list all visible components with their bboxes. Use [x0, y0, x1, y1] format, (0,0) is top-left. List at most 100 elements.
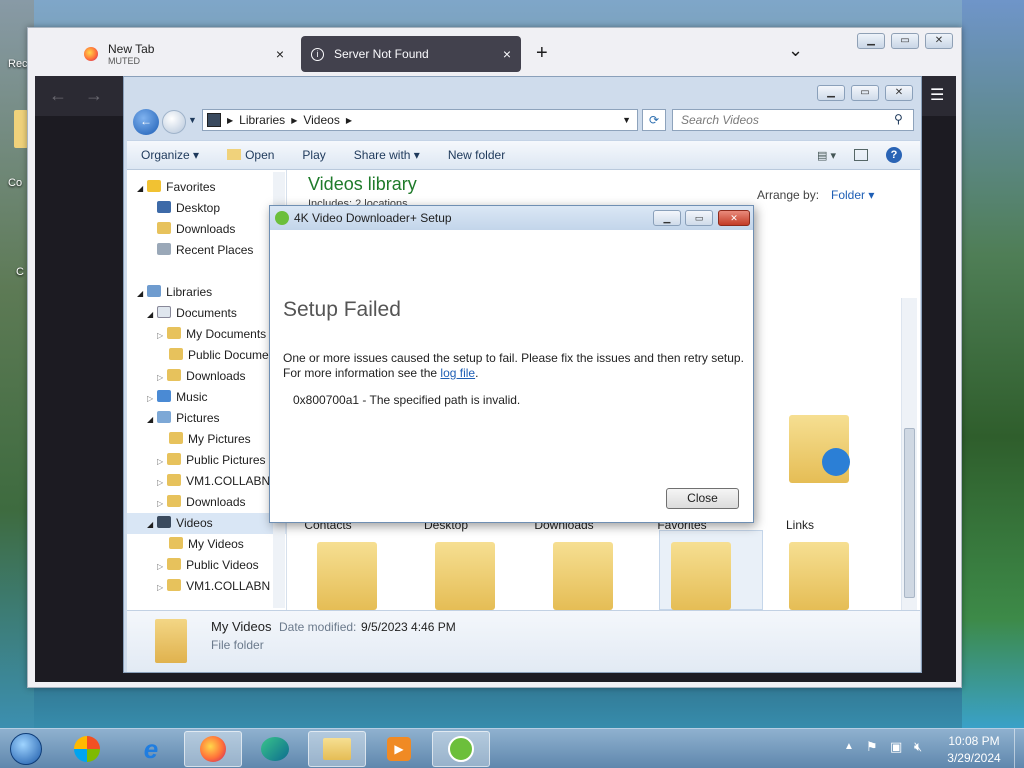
close-button[interactable]: Close: [666, 488, 739, 509]
share-with-button[interactable]: Share with ▾: [340, 148, 434, 162]
action-center-flag-icon[interactable]: ⚑: [866, 739, 878, 755]
clock-date[interactable]: 3/29/2024: [944, 751, 1004, 765]
tree-item-public-pictures[interactable]: ▷ Public Pictures: [157, 450, 266, 471]
tab-close-icon[interactable]: ×: [503, 46, 511, 62]
breadcrumb-videos[interactable]: Videos: [303, 113, 339, 127]
taskbar-firefox[interactable]: [184, 731, 242, 767]
games-folder-icon[interactable]: [789, 542, 849, 610]
tree-item-downloads[interactable]: Downloads: [157, 219, 235, 240]
tree-item-my-documents[interactable]: ▷ My Documents: [157, 324, 266, 345]
info-icon: i: [311, 47, 324, 61]
tab-server-not-found[interactable]: i Server Not Found ×: [301, 36, 521, 72]
forward-button[interactable]: [162, 110, 186, 134]
taskbar-internet-explorer[interactable]: e: [122, 731, 180, 767]
file-explorer-icon: [323, 738, 351, 760]
folder-icon: [169, 537, 183, 549]
network-icon[interactable]: ▣: [890, 739, 902, 755]
desktop-icon-label[interactable]: C: [16, 266, 24, 278]
explorer-minimize-button[interactable]: ▁: [817, 85, 845, 101]
open-button[interactable]: Open: [213, 148, 288, 162]
tab-title: Server Not Found: [334, 47, 429, 61]
hamburger-menu-icon[interactable]: ☰: [930, 85, 944, 105]
tree-item-pictures[interactable]: ◢ Pictures: [147, 408, 220, 429]
tree-item-pictures-downloads[interactable]: ▷ Downloads: [157, 492, 246, 513]
details-date-label: Date modified:: [279, 620, 357, 634]
taskbar-media-player[interactable]: ▶: [370, 731, 428, 767]
new-tab-button[interactable]: +: [536, 42, 548, 65]
minimize-button[interactable]: ▁: [857, 33, 885, 49]
pictures-folder-icon[interactable]: [553, 542, 613, 610]
tree-item-public-videos[interactable]: ▷ Public Videos: [157, 555, 259, 576]
search-input[interactable]: Search Videos: [672, 109, 914, 131]
tree-item-recent-places[interactable]: Recent Places: [157, 240, 253, 261]
dialog-maximize-button[interactable]: ▭: [685, 210, 713, 226]
change-view-icon[interactable]: ▤ ▾: [817, 149, 836, 162]
desktop-folder-icon[interactable]: [14, 110, 28, 148]
tree-item-public-documents[interactable]: Public Docume: [169, 345, 269, 366]
breadcrumb-libraries[interactable]: Libraries: [239, 113, 285, 127]
command-bar: Organize ▾ Open Play Share with ▾ New fo…: [127, 140, 920, 170]
desktop-icon-label[interactable]: Rec: [8, 58, 28, 70]
show-hidden-icons-button[interactable]: ▲: [844, 741, 854, 752]
list-all-tabs-button[interactable]: ⌄: [788, 40, 803, 61]
tree-item-my-pictures[interactable]: My Pictures: [169, 429, 251, 450]
recent-pages-chevron-icon[interactable]: ▼: [188, 115, 197, 125]
new-folder-button[interactable]: New folder: [434, 148, 519, 162]
desktop-icon-label[interactable]: Co: [8, 177, 22, 189]
dialog-close-button[interactable]: ✕: [718, 210, 750, 226]
tree-item-favorites[interactable]: ◢ Favorites: [137, 177, 216, 198]
tree-item-my-videos[interactable]: My Videos: [169, 534, 244, 555]
clock-time[interactable]: 10:08 PM: [944, 734, 1004, 748]
tree-item-music[interactable]: ▷ Music: [147, 387, 208, 408]
search-icon[interactable]: ⚲: [894, 112, 903, 126]
taskbar-edge[interactable]: [246, 731, 304, 767]
setup-failed-heading: Setup Failed: [283, 298, 401, 321]
explorer-maximize-button[interactable]: ▭: [851, 85, 879, 101]
tree-item-network-pictures[interactable]: ▷ VM1.COLLABN: [157, 471, 270, 492]
tree-item-documents-downloads[interactable]: ▷ Downloads: [157, 366, 246, 387]
taskbar-media-center[interactable]: [58, 731, 116, 767]
play-button[interactable]: Play: [288, 148, 339, 162]
tree-item-network-videos[interactable]: ▷ VM1.COLLABN: [157, 576, 270, 597]
music-folder-icon[interactable]: [435, 542, 495, 610]
app-logo-icon: [275, 211, 289, 225]
tree-item-documents[interactable]: ◢ Documents: [147, 303, 237, 324]
dialog-title: 4K Video Downloader+ Setup: [294, 211, 452, 225]
tab-new-tab[interactable]: New Tab MUTED ×: [74, 36, 294, 72]
folder-icon[interactable]: [317, 542, 377, 610]
maximize-button[interactable]: ▭: [891, 33, 919, 49]
dialog-minimize-button[interactable]: ▁: [653, 210, 681, 226]
explorer-close-button[interactable]: ✕: [885, 85, 913, 101]
preview-pane-icon[interactable]: [854, 149, 868, 161]
taskbar-4k-downloader[interactable]: [432, 731, 490, 767]
folder-icon: [167, 495, 182, 507]
back-button[interactable]: ←: [133, 109, 159, 135]
volume-muted-icon[interactable]: 🔇︎: [914, 739, 922, 755]
tree-item-videos[interactable]: ◢ Videos: [127, 513, 286, 534]
library-title: Videos library: [308, 174, 417, 194]
log-file-link[interactable]: log file: [440, 366, 475, 380]
scroll-thumb[interactable]: [904, 428, 915, 598]
taskbar-explorer[interactable]: [308, 731, 366, 767]
back-arrow-icon[interactable]: ←: [49, 85, 67, 106]
close-window-button[interactable]: ✕: [925, 33, 953, 49]
content-scrollbar[interactable]: [901, 298, 917, 610]
show-desktop-button[interactable]: [1014, 729, 1024, 768]
refresh-button[interactable]: ⟳: [642, 109, 666, 131]
forward-arrow-icon[interactable]: →: [85, 85, 103, 106]
star-icon: [147, 180, 162, 192]
address-dropdown-icon[interactable]: ▼: [622, 115, 631, 125]
address-bar[interactable]: ▶ Libraries ▶ Videos ▶ ▼: [202, 109, 638, 131]
breadcrumb-arrow-icon[interactable]: ▶: [346, 116, 352, 125]
breadcrumb-arrow-icon[interactable]: ▶: [227, 116, 233, 125]
organize-button[interactable]: Organize ▾: [127, 148, 213, 162]
windows-media-center-icon: [74, 736, 100, 762]
tab-close-icon[interactable]: ×: [276, 46, 284, 62]
breadcrumb-arrow-icon[interactable]: ▶: [291, 116, 297, 125]
tree-item-desktop[interactable]: Desktop: [157, 198, 220, 219]
arrange-by-dropdown[interactable]: Folder ▾: [831, 188, 874, 202]
tree-item-libraries[interactable]: ◢ Libraries: [137, 282, 212, 303]
videos-folder-icon[interactable]: [671, 542, 731, 610]
help-icon[interactable]: ?: [886, 147, 902, 163]
start-button[interactable]: [2, 731, 50, 767]
